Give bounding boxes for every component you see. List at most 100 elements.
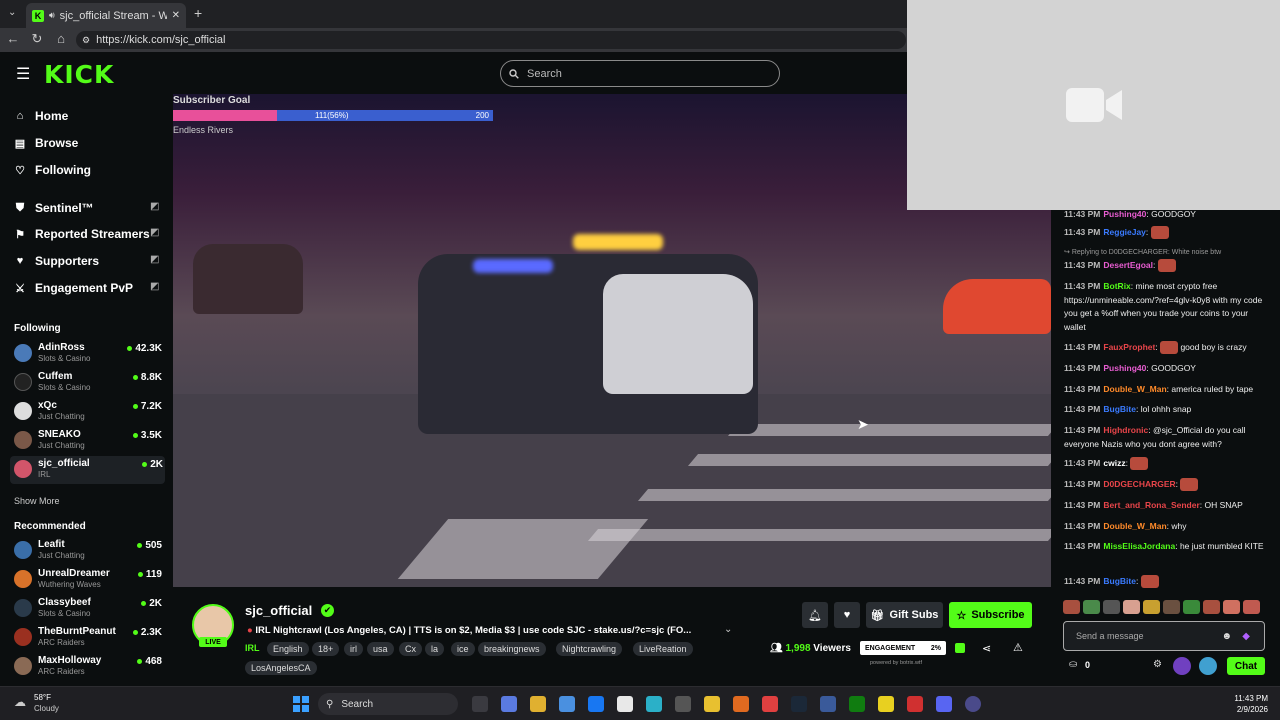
weather-widget[interactable]: ☁ 58°F Cloudy	[12, 692, 72, 716]
chat-message[interactable]: 11:43 PM Highdronic: @sjc_Official do you…	[1064, 424, 1269, 451]
chat-username[interactable]: BotRix	[1103, 281, 1130, 291]
emote[interactable]	[1123, 600, 1140, 614]
stream-tag[interactable]: LiveReation	[633, 642, 693, 656]
recommended-channel-theburntpeanut[interactable]: TheBurntPeanut ARC Raiders 2.3K	[14, 624, 164, 652]
sidebar-item-following[interactable]: ♡ Following	[14, 161, 91, 179]
windows-start-icon[interactable]	[293, 696, 309, 712]
chat-message[interactable]: 11:43 PM BugBite:	[1064, 575, 1269, 589]
chat-message[interactable]: 11:43 PM Pushing40: GOODGOY	[1064, 208, 1269, 222]
emote[interactable]	[1203, 600, 1220, 614]
chat-send-button[interactable]: Chat	[1227, 657, 1265, 675]
chat-username[interactable]: DesertEgoal	[1103, 260, 1153, 270]
stream-tag[interactable]: usa	[367, 642, 394, 656]
search-input[interactable]: Search	[500, 60, 780, 87]
following-channel-adinross[interactable]: AdinRoss Slots & Casino 42.3K	[14, 340, 164, 368]
app-icon[interactable]	[820, 696, 836, 712]
expand-title-icon[interactable]: ⌄	[724, 624, 732, 635]
chat-username[interactable]: Bert_and_Rona_Sender	[1103, 500, 1199, 510]
taskbar-clock[interactable]: 11:43 PM 2/9/2026	[1222, 693, 1268, 715]
recommended-channel-maxholloway[interactable]: MaxHolloway ARC Raiders 468	[14, 653, 164, 681]
stream-tag[interactable]: Cx	[399, 642, 422, 656]
chat-message[interactable]: 11:43 PM Pushing40: GOODGOY	[1064, 362, 1269, 376]
edge-icon[interactable]	[646, 696, 662, 712]
taskbar-search[interactable]: ⚲ Search	[318, 693, 458, 715]
following-channel-sneako[interactable]: SNEAKO Just Chatting 3.5K	[14, 427, 164, 455]
reload-icon[interactable]: ↻	[29, 31, 45, 47]
gif-icon[interactable]	[1199, 657, 1217, 675]
chat-message[interactable]: 11:43 PM cwizz:	[1064, 457, 1269, 471]
stream-tag[interactable]: English	[267, 642, 309, 656]
following-channel-sjc-official[interactable]: sjc_official IRL 2K	[10, 456, 165, 484]
browser-tab[interactable]: K 🔊︎ sjc_official Stream - Watch Li ✕	[26, 3, 186, 28]
stream-tag[interactable]: 18+	[312, 642, 340, 656]
app-icon[interactable]	[762, 696, 778, 712]
sidebar-item-supporters[interactable]: ♥ Supporters	[14, 252, 99, 270]
following-channel-cuffem[interactable]: Cuffem Slots & Casino 8.8K	[14, 369, 164, 397]
show-more-link[interactable]: Show More	[14, 496, 60, 506]
recommended-channel-leafit[interactable]: Leafit Just Chatting 505	[14, 537, 164, 565]
sidebar-item-reported-streamers[interactable]: ⚑ Reported Streamers	[14, 225, 150, 243]
emote-picker-icon[interactable]: ◆	[1242, 631, 1250, 642]
chat-username[interactable]: Pushing40	[1103, 209, 1146, 219]
stream-tag[interactable]: la	[425, 642, 445, 656]
menu-icon[interactable]: ☰	[16, 64, 30, 84]
sidebar-item-home[interactable]: ⌂ Home	[14, 107, 69, 125]
app-icon[interactable]	[675, 696, 691, 712]
chat-message[interactable]: 11:43 PM Double_W_Man: why	[1064, 520, 1269, 534]
chrome-icon[interactable]	[704, 696, 720, 712]
chat-message[interactable]: 11:43 PM FauxProphet: good boy is crazy	[1064, 341, 1269, 355]
new-tab-icon[interactable]: +	[194, 5, 202, 21]
amazon-icon[interactable]	[617, 696, 633, 712]
chat-message[interactable]: 11:43 PM MissElisaJordana: he just mumble…	[1064, 540, 1269, 554]
steam-icon[interactable]	[791, 696, 807, 712]
facebook-icon[interactable]	[588, 696, 604, 712]
emote-quick-bar[interactable]	[1063, 600, 1268, 614]
app-icon[interactable]	[965, 696, 981, 712]
category-link[interactable]: IRL	[245, 643, 260, 653]
follow-button[interactable]: ♥	[834, 602, 860, 628]
chat-username[interactable]: MissElisaJordana	[1103, 541, 1175, 551]
7tv-icon[interactable]	[1173, 657, 1191, 675]
url-field[interactable]: ⚙ https://kick.com/sjc_official	[76, 31, 906, 49]
gift-subs-button[interactable]: 🎁︎ Gift Subs	[866, 602, 943, 628]
close-tab-icon[interactable]: ✕	[172, 10, 180, 21]
tab-list-icon[interactable]: ⌄	[8, 7, 16, 18]
emote[interactable]	[1183, 600, 1200, 614]
chat-username[interactable]: cwizz	[1103, 458, 1125, 468]
share-icon[interactable]: ⋖	[982, 642, 991, 655]
recommended-channel-classybeef[interactable]: Classybeef Slots & Casino 2K	[14, 595, 164, 623]
task-view-icon[interactable]	[472, 696, 488, 712]
stream-tag[interactable]: irl	[344, 642, 363, 656]
stream-tag[interactable]: breakingnews	[478, 642, 546, 656]
chat-username[interactable]: BugBite	[1103, 404, 1136, 414]
chat-username[interactable]: D0DGECHARGER	[1103, 479, 1175, 489]
emote[interactable]	[1223, 600, 1240, 614]
sticky-notes-icon[interactable]	[878, 696, 894, 712]
chat-message[interactable]: 11:43 PM BotRix: mine most crypto free ht…	[1064, 280, 1269, 334]
home-icon[interactable]: ⌂	[53, 31, 69, 46]
chat-reply-context[interactable]: ↪ Replying to D0DGECHARGER: White noise …	[1064, 246, 1269, 260]
chat-message[interactable]: 11:43 PM DesertEgoal:	[1064, 259, 1269, 273]
chat-username[interactable]: Double_W_Man	[1103, 521, 1166, 531]
sidebar-item-engagement-pvp[interactable]: ⚔ Engagement PvP	[14, 279, 133, 297]
chat-settings-icon[interactable]: ⚙	[1153, 659, 1162, 670]
stream-tag[interactable]: LosAngelesCA	[245, 661, 317, 675]
notification-bell-button[interactable]: 🔔︎	[802, 602, 828, 628]
recommended-channel-unrealdreamer[interactable]: UnrealDreamer Wuthering Waves 119	[14, 566, 164, 594]
emote[interactable]	[1243, 600, 1260, 614]
report-icon[interactable]: ⚠	[1013, 641, 1023, 654]
chat-username[interactable]: BugBite	[1103, 576, 1136, 586]
stream-tag[interactable]: Nightcrawling	[556, 642, 623, 656]
xbox-icon[interactable]	[849, 696, 865, 712]
emoji-icon[interactable]: ☻	[1221, 631, 1232, 642]
kick-logo[interactable]: KICK	[44, 60, 114, 89]
chat-username[interactable]: Highdronic	[1103, 425, 1148, 435]
app-icon[interactable]	[907, 696, 923, 712]
subscribe-button[interactable]: ☆ Subscribe	[949, 602, 1032, 628]
chat-message[interactable]: 11:43 PM Bert_and_Rona_Sender: OH SNAP	[1064, 499, 1269, 513]
app-icon[interactable]	[733, 696, 749, 712]
emote[interactable]	[1143, 600, 1160, 614]
chat-username[interactable]: ReggieJay	[1103, 227, 1146, 237]
chat-message[interactable]: 11:43 PM D0DGECHARGER:	[1064, 478, 1269, 492]
sidebar-item-sentinel[interactable]: ⛊ Sentinel™	[14, 199, 94, 217]
